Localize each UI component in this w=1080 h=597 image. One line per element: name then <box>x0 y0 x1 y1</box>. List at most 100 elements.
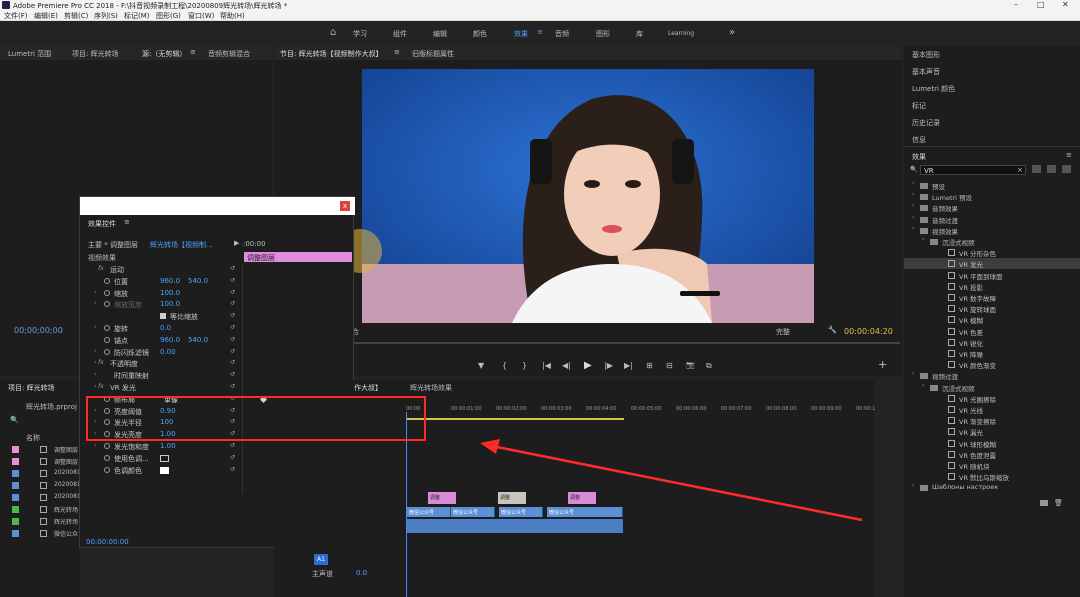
expand-chevron-icon[interactable]: › <box>912 191 914 198</box>
ec-row[interactable]: › 缩放 100.0 ↺ <box>80 288 242 299</box>
workspace-editing[interactable]: 编辑 <box>433 29 447 39</box>
workspace-audio[interactable]: 音频 <box>555 29 569 39</box>
effect-item[interactable]: VR 色度泄露 <box>904 449 1080 460</box>
effects-panel-title[interactable]: 效果 <box>912 152 926 162</box>
panel-essential-graphics[interactable]: 基本图形 <box>912 50 940 60</box>
ec-row-value-2[interactable]: 540.0 <box>188 277 208 285</box>
stopwatch-icon[interactable] <box>104 348 110 355</box>
effect-folder[interactable]: › Lumetri 预设 <box>904 191 1080 202</box>
ec-row[interactable]: › 防闪烁滤镜 0.00 ↺ <box>80 347 242 358</box>
ec-row[interactable]: 使用色调... ↺ <box>80 453 242 464</box>
effect-item[interactable]: VR 球形模糊 <box>904 438 1080 449</box>
panel-lumetri-color[interactable]: Lumetri 颜色 <box>912 84 955 94</box>
reset-icon[interactable]: ↺ <box>230 383 235 390</box>
panel-essential-sound[interactable]: 基本声音 <box>912 67 940 77</box>
ec-row[interactable]: › 发光饱和度 1.00 ↺ <box>80 441 242 452</box>
ec-row-value[interactable]: 100.0 <box>160 300 180 308</box>
effect-item[interactable]: VR 锐化 <box>904 337 1080 348</box>
go-to-out-icon[interactable]: ▶| <box>624 361 633 370</box>
stopwatch-icon[interactable] <box>104 277 110 284</box>
effect-item[interactable]: VR 平面到球面 <box>904 270 1080 281</box>
master-clip-row[interactable]: 主要 * 调整图层 <box>88 240 138 250</box>
ec-row[interactable]: 等比缩放 ↺ <box>80 311 242 322</box>
effect-item[interactable]: VR 数字故障 <box>904 292 1080 303</box>
reset-icon[interactable]: ↺ <box>230 324 235 331</box>
expand-chevron-icon[interactable]: › <box>94 289 96 296</box>
ec-row[interactable]: 位置 960.0 540.0 ↺ <box>80 276 242 287</box>
reset-icon[interactable]: ↺ <box>230 454 235 461</box>
color-swatch[interactable] <box>160 454 169 462</box>
sequence-clip-label[interactable]: 辉光转场【视频制... <box>150 240 213 250</box>
reset-icon[interactable]: ↺ <box>230 265 235 272</box>
maximize-button[interactable]: □ <box>1037 0 1045 9</box>
menu-edit[interactable]: 编辑(E) <box>34 11 58 21</box>
step-back-icon[interactable]: ◀| <box>562 361 571 370</box>
stopwatch-icon[interactable] <box>104 454 110 461</box>
effect-item[interactable]: VR 投影 <box>904 281 1080 292</box>
compare-icon[interactable]: ⧉ <box>706 361 712 371</box>
timeline-work-area[interactable] <box>406 418 624 420</box>
expand-chevron-icon[interactable]: › <box>94 359 96 366</box>
lift-icon[interactable]: ⊞ <box>646 361 653 370</box>
ec-row-value[interactable]: 960.0 <box>160 277 180 285</box>
stopwatch-icon[interactable] <box>104 336 110 343</box>
ec-clip-bar[interactable]: 调整图层 <box>244 252 352 262</box>
export-frame-icon[interactable]: 📷 <box>686 361 695 369</box>
expand-chevron-icon[interactable]: › <box>922 236 924 243</box>
reset-icon[interactable]: ↺ <box>230 336 235 343</box>
program-fit-select[interactable]: 完整 <box>776 327 790 337</box>
effect-folder[interactable]: › Шаблоны настроек <box>904 482 1080 493</box>
list-item[interactable]: 调整图层 <box>0 456 80 467</box>
reset-icon[interactable]: ↺ <box>230 359 235 366</box>
mark-in-icon[interactable]: { <box>502 361 507 370</box>
reset-icon[interactable]: ↺ <box>230 442 235 449</box>
effect-item[interactable]: VR 颜色渐变 <box>904 359 1080 370</box>
effect-item[interactable]: VR 色差 <box>904 326 1080 337</box>
expand-chevron-icon[interactable]: › <box>94 300 96 307</box>
panel-info[interactable]: 信息 <box>912 135 926 145</box>
play-icon[interactable]: ▶ <box>584 360 592 371</box>
list-item[interactable]: 微信公众 <box>0 528 80 539</box>
stopwatch-icon[interactable] <box>104 289 110 296</box>
extract-icon[interactable]: ⊟ <box>666 361 673 370</box>
menu-help[interactable]: 帮助(H) <box>220 11 245 21</box>
expand-chevron-icon[interactable]: › <box>912 202 914 209</box>
ec-row-value[interactable]: 1.00 <box>160 442 176 450</box>
ec-row[interactable]: › fx 不透明度 ↺ <box>80 358 242 369</box>
project-column-name[interactable]: 名称 <box>26 433 40 443</box>
list-item[interactable]: 调整图层 <box>0 444 80 455</box>
menu-window[interactable]: 窗口(W) <box>188 11 214 21</box>
effect-folder[interactable]: › 音频效果 <box>904 202 1080 213</box>
effect-controls-title[interactable]: 效果控件 <box>88 219 116 229</box>
list-item[interactable]: 2020081 <box>0 492 81 503</box>
stopwatch-icon[interactable] <box>104 325 110 331</box>
reset-icon[interactable]: ↺ <box>230 300 235 307</box>
effect-item[interactable]: VR 旋转球面 <box>904 303 1080 314</box>
expand-chevron-icon[interactable]: › <box>912 225 914 232</box>
checkbox[interactable] <box>160 313 166 320</box>
new-bin-icon[interactable] <box>1040 500 1048 506</box>
expand-chevron-icon[interactable]: › <box>912 482 914 489</box>
mark-out-icon[interactable]: } <box>522 361 527 370</box>
menu-clip[interactable]: 剪辑(C) <box>64 11 88 21</box>
effect-item[interactable]: VR 随机块 <box>904 460 1080 471</box>
ec-row[interactable]: › 缩放宽度 100.0 ↺ <box>80 299 242 310</box>
workspace-menu-icon[interactable]: ≡ <box>537 28 543 36</box>
ec-row[interactable]: 色调颜色 ↺ <box>80 465 242 476</box>
workspace-assembly[interactable]: 组件 <box>393 29 407 39</box>
menu-marker[interactable]: 标记(M) <box>124 11 150 21</box>
effect-controls-close-button[interactable]: x <box>340 201 350 211</box>
minimize-button[interactable]: – <box>1014 0 1018 9</box>
ec-row[interactable]: › fx VR 发光 ↺ <box>80 382 242 393</box>
home-icon[interactable]: ⌂ <box>330 27 336 38</box>
expand-chevron-icon[interactable]: › <box>94 383 96 390</box>
ec-row[interactable]: 锚点 960.0 540.0 ↺ <box>80 335 242 346</box>
effect-item[interactable]: VR 降噪 <box>904 348 1080 359</box>
effect-controls-menu-icon[interactable]: ≡ <box>124 218 130 226</box>
reset-icon[interactable]: ↺ <box>230 466 235 473</box>
settings-wrench-icon[interactable]: 🔧 <box>828 326 837 334</box>
delete-icon[interactable]: 🗑 <box>1054 499 1063 507</box>
effect-item[interactable]: VR 分形杂色 <box>904 247 1080 258</box>
ec-row-value[interactable]: 0.00 <box>160 348 176 356</box>
panel-history[interactable]: 历史记录 <box>912 118 940 128</box>
